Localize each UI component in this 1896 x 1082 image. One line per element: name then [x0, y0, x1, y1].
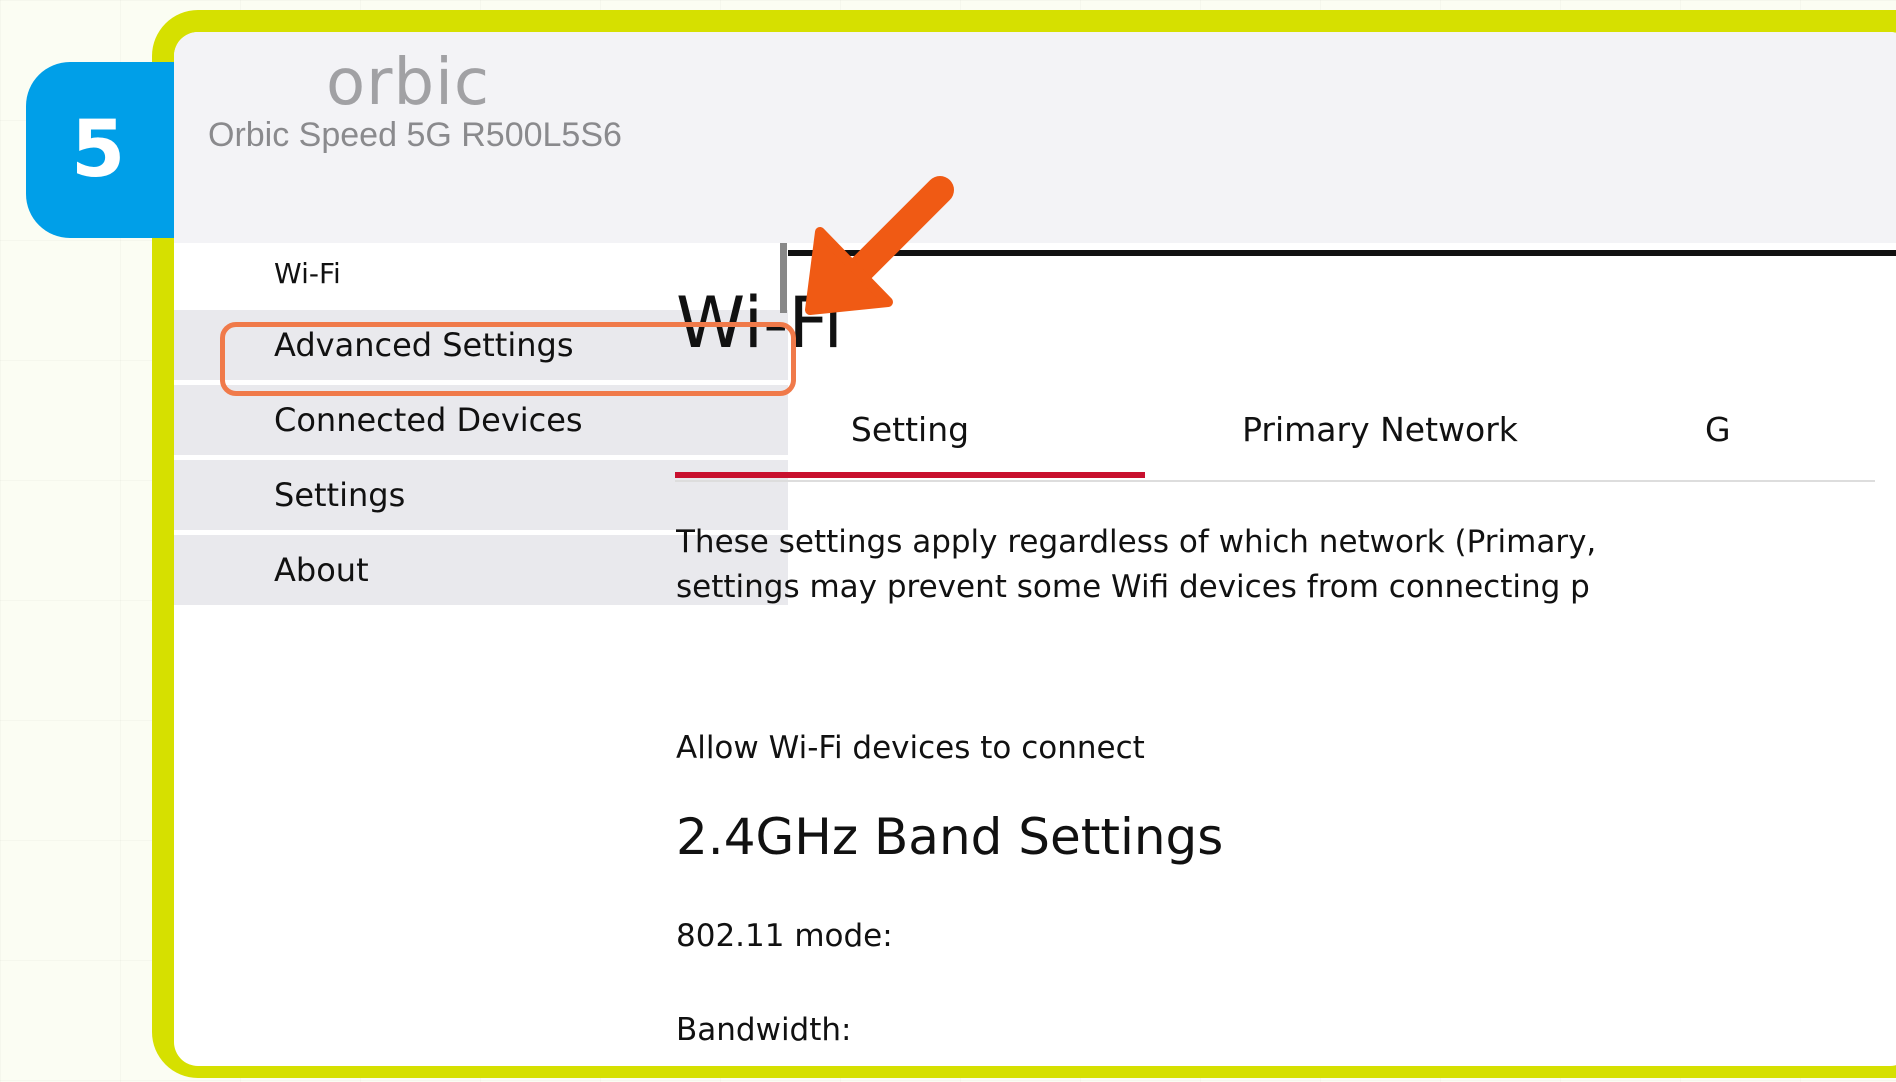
bandwidth-label: Bandwidth: [676, 1012, 852, 1048]
tab-guest-network[interactable]: G [1675, 400, 1896, 478]
advanced-settings-highlight [220, 322, 796, 396]
mode-label: 802.11 mode: [676, 918, 893, 954]
tab-setting[interactable]: Setting [675, 400, 1145, 478]
settings-description: These settings apply regardless of which… [676, 524, 1597, 605]
tab-primary-network[interactable]: Primary Network [1145, 400, 1615, 478]
orbic-logo: orbic [326, 46, 491, 120]
allow-devices-label: Allow Wi-Fi devices to connect [676, 730, 1145, 766]
device-name: Orbic Speed 5G R500L5S6 [208, 116, 622, 154]
pointer-arrow-icon [805, 176, 954, 315]
tab-bar: Setting Primary Network G [675, 400, 1875, 482]
header-bar: orbic Orbic Speed 5G R500L5S6 [174, 32, 1896, 243]
band-settings-heading: 2.4GHz Band Settings [676, 808, 1224, 866]
step-number-badge: 5 [26, 62, 176, 238]
